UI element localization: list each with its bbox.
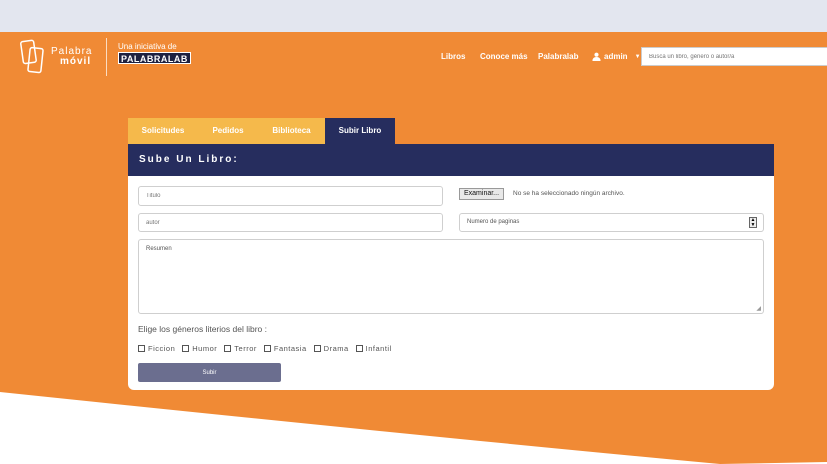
genre-label: Humor [192, 344, 218, 353]
subir-button[interactable]: Subir [138, 363, 281, 382]
genre-drama[interactable]: Drama [313, 344, 349, 353]
browser-topbar [0, 0, 827, 32]
genre-label: Terror [234, 344, 257, 353]
admin-label: admin [604, 52, 628, 61]
resumen-textarea[interactable]: Resumen ◢ [138, 239, 764, 314]
tab-solicitudes[interactable]: Solicitudes [128, 118, 198, 144]
upload-card: Sube Un Libro: Examinar... No se ha sele… [128, 144, 774, 390]
caret-down-icon: ▼ [634, 53, 641, 60]
checkbox[interactable] [313, 345, 321, 352]
genre-ficcion[interactable]: Ficcion [138, 344, 175, 353]
card-title: Sube Un Libro: [128, 144, 774, 176]
resize-grip-icon[interactable]: ◢ [756, 305, 761, 312]
checkbox[interactable] [263, 345, 271, 352]
genre-checkboxes: Ficcion Humor Terror Fantasia Drama Infa… [138, 344, 399, 353]
book-logo-icon [20, 39, 44, 74]
nav-libros[interactable]: Libros [441, 52, 465, 61]
tab-subir-libro[interactable]: Subir Libro [325, 118, 395, 144]
checkbox[interactable] [355, 345, 363, 352]
resumen-placeholder: Resumen [146, 246, 172, 252]
genre-fantasia[interactable]: Fantasia [263, 344, 307, 353]
genre-label: Drama [323, 344, 349, 353]
titulo-field[interactable] [138, 186, 443, 206]
genre-infantil[interactable]: Infantil [355, 344, 392, 353]
checkbox[interactable] [138, 345, 145, 352]
examinar-button[interactable]: Examinar... [459, 188, 505, 200]
checkbox[interactable] [224, 345, 232, 352]
paginas-placeholder: Numero de paginas [467, 219, 520, 225]
tab-pedidos[interactable]: Pedidos [198, 118, 258, 144]
nav-conoce-mas[interactable]: Conoce más [480, 52, 528, 61]
paginas-field[interactable]: Numero de paginas ▲ ▼ [459, 213, 764, 232]
genres-label: Elige los géneros literios del libro : [138, 324, 267, 334]
spinner-arrows-icon[interactable]: ▲ ▼ [749, 217, 757, 228]
initiative-text: Una iniciativa de [118, 42, 177, 51]
tab-bar: Solicitudes Pedidos Biblioteca Subir Lib… [128, 118, 395, 144]
genre-label: Fantasia [273, 344, 307, 353]
tab-biblioteca[interactable]: Biblioteca [258, 118, 325, 144]
palabralab-logo[interactable]: PALABRALAB [118, 52, 191, 64]
file-status-text: No se ha seleccionado ningún archivo. [513, 190, 625, 197]
brand-name-bottom: móvil [60, 56, 92, 67]
autor-field[interactable] [138, 213, 443, 232]
genre-label: Ficcion [148, 344, 176, 353]
search-input[interactable] [641, 47, 827, 66]
nav-admin-menu[interactable]: admin ▼ [592, 52, 641, 61]
palabra-movil-logo[interactable]: Palabra móvil [18, 38, 98, 78]
genre-terror[interactable]: Terror [224, 344, 257, 353]
logo-divider [106, 38, 107, 76]
user-icon [592, 52, 601, 61]
checkbox[interactable] [182, 345, 190, 352]
genre-humor[interactable]: Humor [182, 344, 217, 353]
nav-palabralab[interactable]: Palabralab [538, 52, 578, 61]
genre-label: Infantil [365, 344, 392, 353]
